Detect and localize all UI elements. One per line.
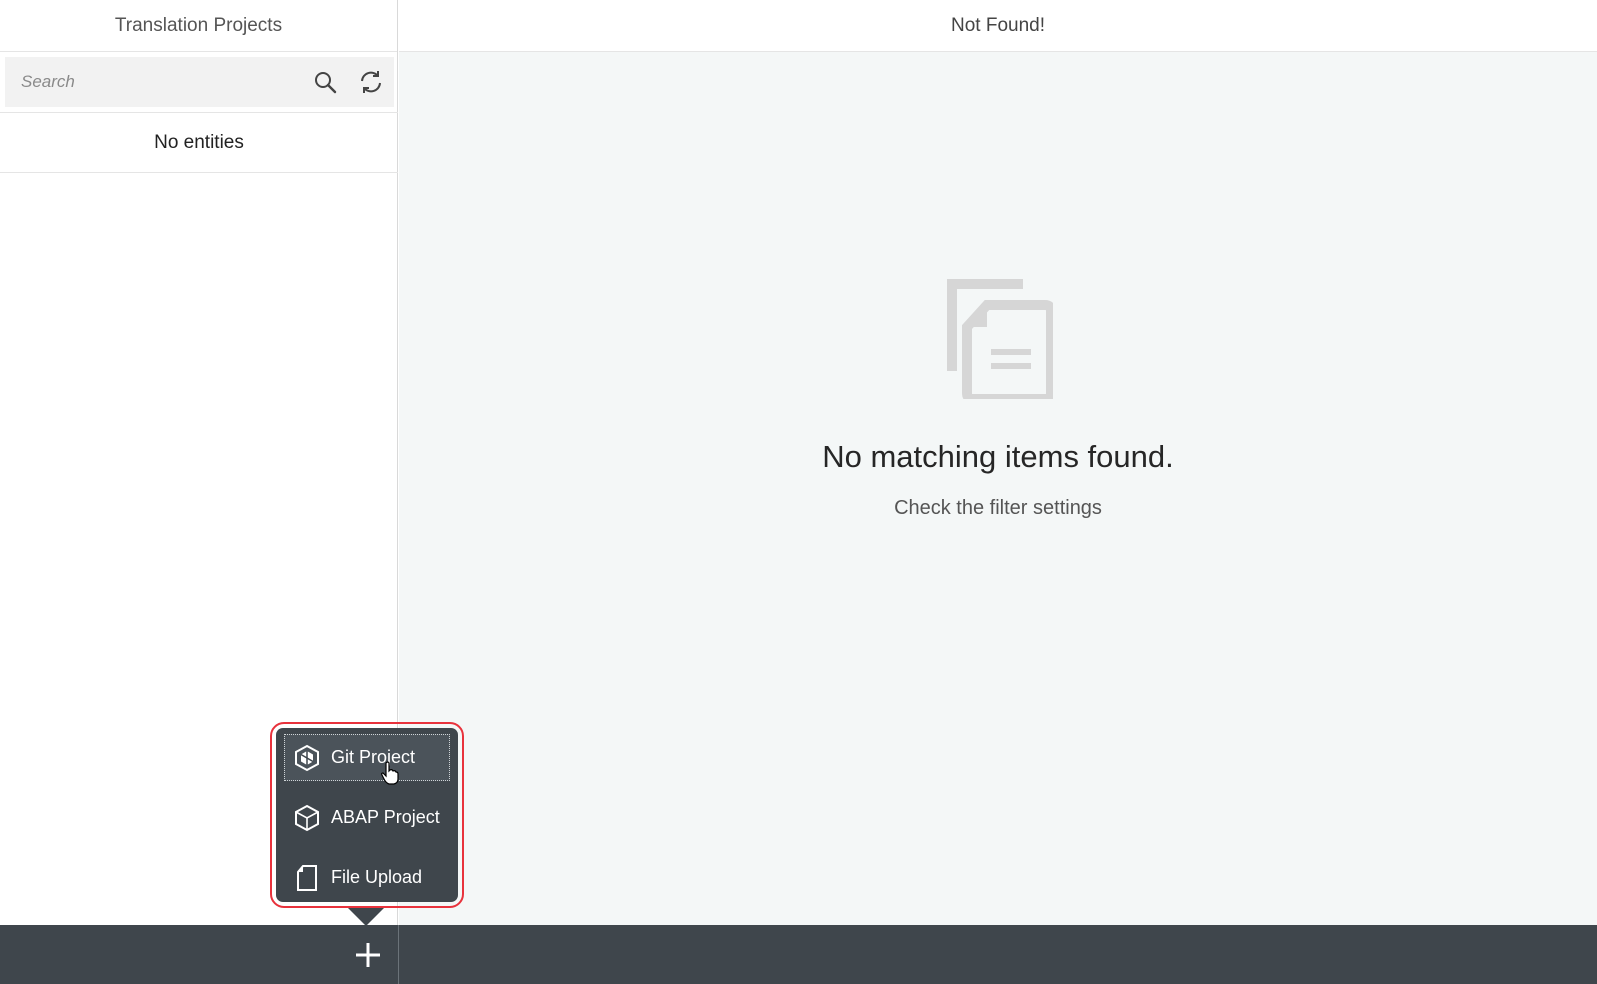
search-bar (5, 57, 394, 107)
footer-bar (0, 925, 1597, 984)
refresh-button[interactable] (348, 57, 394, 107)
plus-icon (356, 943, 380, 967)
hand-cursor-icon (381, 761, 399, 785)
popover-arrow (348, 908, 384, 926)
app-window: Translation Projects No entities (0, 0, 1597, 984)
menu-item-file-upload[interactable]: File Upload (284, 854, 450, 901)
empty-title: No matching items found. (822, 439, 1174, 474)
refresh-icon (361, 71, 381, 93)
menu-item-abap-project[interactable]: ABAP Project (284, 794, 450, 841)
menu-item-label: Git Project (331, 747, 416, 767)
master-title: Translation Projects (0, 0, 397, 52)
file-icon (293, 864, 321, 892)
empty-subtitle: Check the filter settings (894, 497, 1102, 519)
detail-pane: Not Found! No matching items found. Chec… (399, 0, 1597, 925)
abap-project-icon (293, 804, 321, 832)
menu-item-git-project[interactable]: Git Project (284, 734, 450, 781)
git-project-icon (293, 744, 321, 772)
search-icon (315, 72, 337, 94)
add-menu-popover: Git Project ABAP Project File Upload (270, 722, 464, 908)
add-button[interactable] (346, 929, 390, 981)
empty-list-text: No entities (0, 113, 398, 173)
search-button[interactable] (302, 57, 348, 107)
footer-separator (398, 925, 399, 984)
document-icon (947, 279, 1053, 399)
search-input[interactable] (5, 57, 302, 107)
empty-state: No matching items found. Check the filte… (399, 275, 1597, 520)
menu-item-label: File Upload (331, 867, 423, 887)
detail-title: Not Found! (399, 0, 1597, 52)
add-menu: Git Project ABAP Project File Upload (276, 728, 458, 902)
menu-item-label: ABAP Project (331, 807, 440, 827)
